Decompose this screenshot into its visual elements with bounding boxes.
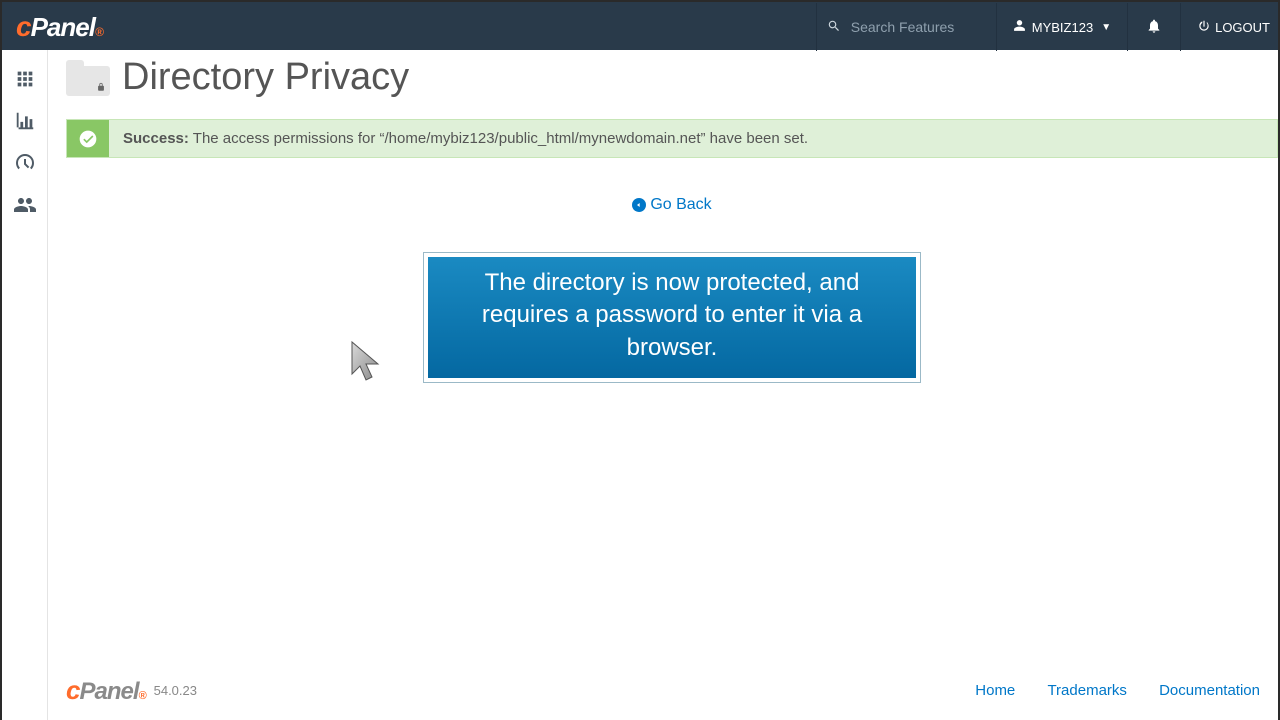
- arrow-left-icon: [632, 198, 646, 212]
- user-icon: [1013, 19, 1026, 35]
- users-icon: [12, 193, 38, 222]
- user-menu[interactable]: MYBIZ123 ▼: [996, 3, 1127, 51]
- dashboard-icon: [13, 151, 37, 180]
- sidebar-item-dashboard[interactable]: [2, 144, 48, 186]
- footer-version: 54.0.23: [154, 683, 197, 698]
- caret-down-icon: ▼: [1101, 22, 1111, 33]
- logout-label: LOGOUT: [1215, 20, 1270, 35]
- main-content: Directory Privacy Success: The access pe…: [48, 50, 1278, 720]
- footer-logo[interactable]: cPanel®: [66, 675, 146, 706]
- footer-logo-c: c: [66, 675, 79, 706]
- go-back-row: Go Back: [66, 196, 1278, 214]
- username-label: MYBIZ123: [1032, 20, 1093, 35]
- footer-link-home[interactable]: Home: [975, 682, 1015, 699]
- stats-icon: [14, 110, 36, 137]
- logout-button[interactable]: LOGOUT: [1180, 3, 1278, 51]
- search-section: [816, 3, 996, 51]
- sidebar-item-users[interactable]: [2, 186, 48, 228]
- logout-icon: [1197, 19, 1211, 36]
- notifications-button[interactable]: [1127, 3, 1180, 51]
- success-icon: [67, 120, 109, 157]
- page-title: Directory Privacy: [122, 56, 409, 99]
- footer: cPanel® 54.0.23 Home Trademarks Document…: [48, 660, 1278, 720]
- alert-message: The access permissions for “/home/mybiz1…: [193, 130, 808, 147]
- footer-link-documentation[interactable]: Documentation: [1159, 682, 1260, 699]
- alert-label: Success:: [123, 130, 189, 147]
- folder-lock-icon: [66, 58, 110, 98]
- cpanel-logo[interactable]: cPanel®: [16, 11, 103, 43]
- logo-c: c: [16, 11, 31, 43]
- bell-icon: [1146, 18, 1162, 37]
- success-alert: Success: The access permissions for “/ho…: [66, 119, 1278, 158]
- sidebar-item-apps[interactable]: [2, 60, 48, 102]
- info-callout: The directory is now protected, and requ…: [423, 252, 921, 383]
- search-icon: [827, 19, 841, 36]
- sidebar-item-stats[interactable]: [2, 102, 48, 144]
- footer-link-trademarks[interactable]: Trademarks: [1047, 682, 1126, 699]
- top-header: cPanel® MYBIZ123 ▼ LOGOUT: [2, 2, 1278, 50]
- lock-icon: [96, 81, 106, 96]
- footer-logo-text: Panel: [79, 678, 138, 706]
- go-back-label: Go Back: [650, 196, 711, 213]
- logo-text: Panel: [31, 12, 95, 43]
- apps-icon: [14, 68, 36, 95]
- footer-links: Home Trademarks Documentation: [947, 682, 1260, 699]
- go-back-link[interactable]: Go Back: [632, 196, 711, 213]
- sidebar: [2, 50, 48, 720]
- callout-text: The directory is now protected, and requ…: [428, 257, 916, 378]
- search-input[interactable]: [851, 19, 991, 35]
